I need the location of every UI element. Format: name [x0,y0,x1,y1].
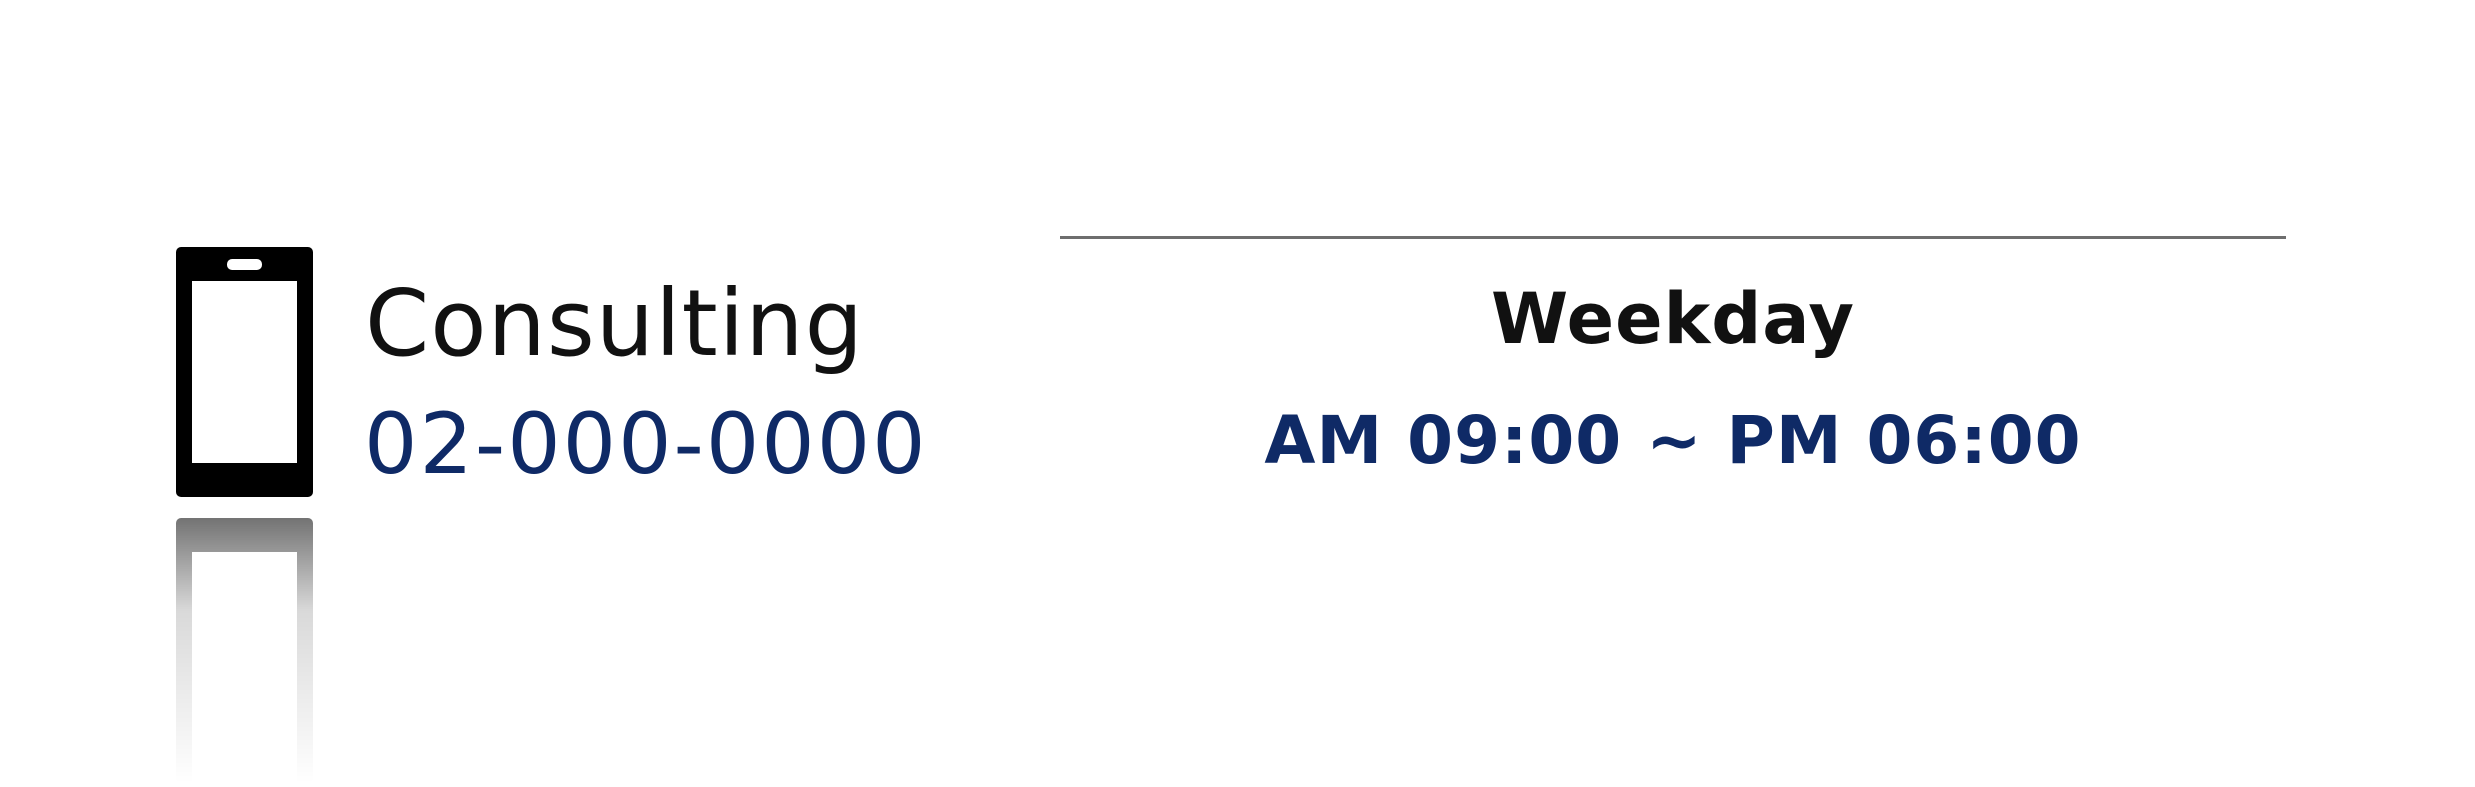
mobile-phone-icon-reflection [176,518,313,783]
business-hours: AM 09:00 ~ PM 06:00 [1264,402,2082,479]
consulting-label: Consulting [365,270,864,377]
mobile-phone-icon [176,247,313,497]
hours-divider [1060,236,2286,239]
consulting-phone-number[interactable]: 02-000-0000 [364,402,928,486]
weekday-label: Weekday [1490,278,1856,360]
